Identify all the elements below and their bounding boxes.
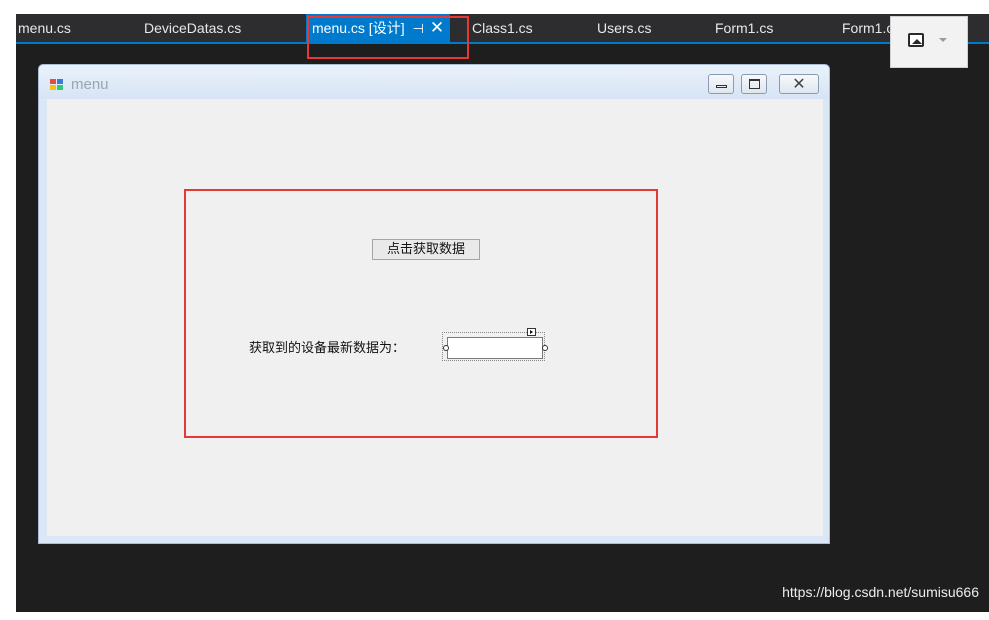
latest-data-textbox[interactable] — [447, 337, 543, 359]
tab-menu-cs-design[interactable]: menu.cs [设计] ⊣ ✕ — [306, 14, 451, 43]
image-icon — [908, 33, 924, 47]
ide-editor-area: menu.cs DeviceDatas.cs menu.cs [设计] ⊣ ✕ Cl… — [16, 14, 989, 612]
fetch-data-button[interactable]: 点击获取数据 — [372, 239, 480, 260]
tab-overflow-button[interactable] — [890, 16, 968, 68]
tab-label: Class1.cs — [472, 20, 533, 36]
tab-class1-cs[interactable]: Class1.cs — [472, 14, 533, 42]
close-button[interactable]: ✕ — [779, 74, 819, 94]
resize-handle-right[interactable] — [542, 345, 548, 351]
resize-handle-left[interactable] — [443, 345, 449, 351]
minimize-icon — [716, 85, 727, 88]
watermark: https://blog.csdn.net/sumisu666 — [782, 584, 979, 600]
document-tab-strip: menu.cs DeviceDatas.cs menu.cs [设计] ⊣ ✕ Cl… — [16, 14, 989, 44]
tab-devicedatas-cs[interactable]: DeviceDatas.cs — [144, 14, 241, 42]
form-client-area[interactable]: 点击获取数据 获取到的设备最新数据为： — [47, 99, 823, 536]
form-title: menu — [71, 76, 109, 93]
latest-data-label: 获取到的设备最新数据为： — [249, 341, 406, 356]
minimize-button[interactable] — [708, 74, 734, 94]
close-icon: ✕ — [792, 74, 806, 93]
tab-menu-cs[interactable]: menu.cs — [18, 14, 71, 42]
tab-label: DeviceDatas.cs — [144, 20, 242, 36]
close-tab-icon[interactable]: ✕ — [430, 14, 444, 42]
tab-label: menu.cs — [18, 20, 71, 36]
form-app-icon — [50, 79, 64, 91]
form-titlebar[interactable]: menu ✕ — [39, 65, 829, 99]
tab-users-cs[interactable]: Users.cs — [597, 14, 651, 42]
tab-label: Users.cs — [597, 20, 652, 36]
smart-tag-arrow-icon[interactable] — [527, 328, 536, 336]
tab-form1-cs[interactable]: Form1.cs — [715, 14, 773, 42]
tab-label: Form1.cs — [715, 20, 774, 36]
designer-form-window[interactable]: menu ✕ 点击获取数据 获取到的设备最新数据为： — [38, 64, 830, 544]
maximize-icon — [749, 79, 760, 89]
pin-icon[interactable]: ⊣ — [413, 15, 424, 43]
chevron-down-icon — [939, 38, 947, 42]
maximize-button[interactable] — [741, 74, 767, 94]
tab-label: menu.cs [设计] — [312, 20, 405, 36]
